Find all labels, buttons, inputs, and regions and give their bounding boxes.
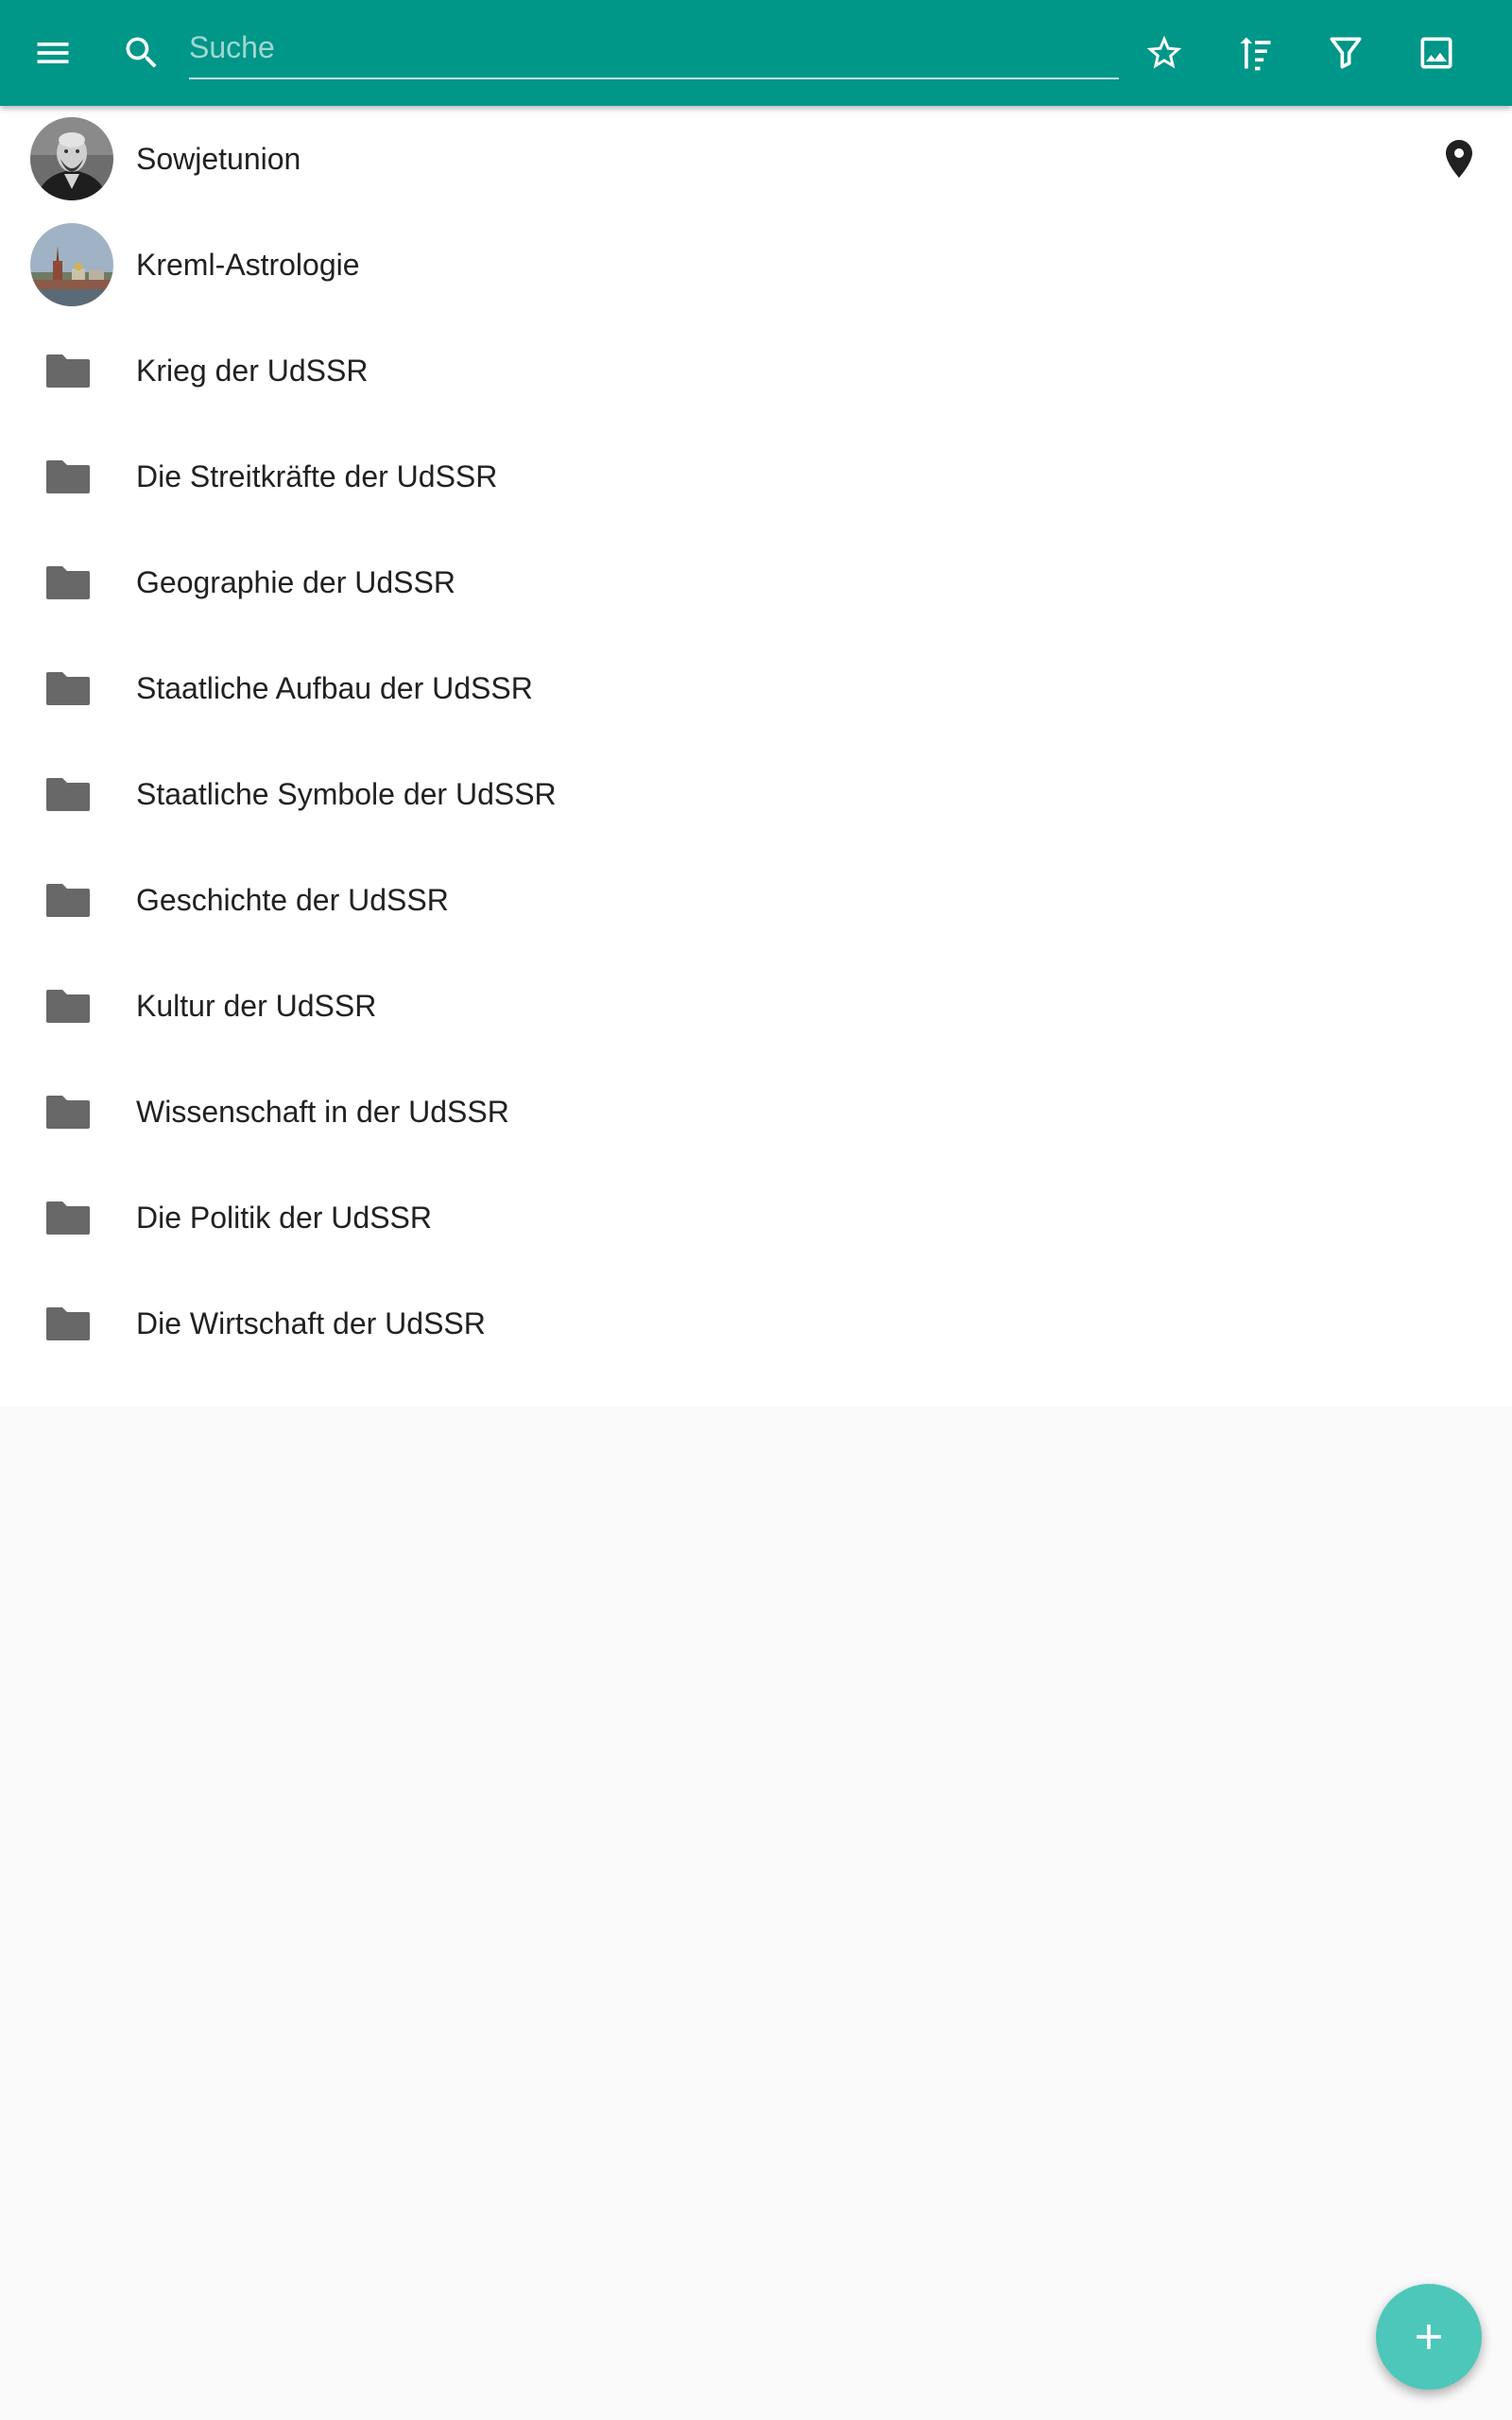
- menu-button[interactable]: [15, 15, 91, 91]
- list-item-label: Geschichte der UdSSR: [136, 883, 449, 917]
- list-item-label: Staatliche Symbole der UdSSR: [136, 777, 557, 811]
- list-item-folder[interactable]: Krieg der UdSSR: [0, 318, 1512, 424]
- favorite-button[interactable]: [1126, 15, 1202, 91]
- list-item-label: Die Streitkräfte der UdSSR: [136, 459, 498, 493]
- list-item-label: Staatliche Aufbau der UdSSR: [136, 671, 533, 705]
- search-field[interactable]: [189, 19, 1119, 79]
- sort-icon: [1240, 37, 1271, 71]
- list-item-sowjetunion[interactable]: Sowjetunion: [0, 106, 1512, 212]
- folder-icon: [46, 566, 90, 599]
- list-item-folder[interactable]: Wissenschaft in der UdSSR: [0, 1059, 1512, 1165]
- app-toolbar: [0, 0, 1512, 106]
- search-button[interactable]: [104, 15, 180, 91]
- folder-icon: [46, 884, 90, 917]
- filter-icon: [1330, 37, 1362, 69]
- list-item-folder[interactable]: Geschichte der UdSSR: [0, 847, 1512, 953]
- list-item-label: Kreml-Astrologie: [136, 248, 360, 282]
- map-pin-icon[interactable]: [1436, 136, 1482, 182]
- list-item-label: Krieg der UdSSR: [136, 354, 369, 388]
- folder-icon: [46, 990, 90, 1023]
- list-item-folder[interactable]: Kultur der UdSSR: [0, 953, 1512, 1059]
- filter-button[interactable]: [1308, 15, 1383, 91]
- category-list: Sowjetunion Kreml-Astrologie Krieg der U…: [0, 106, 1512, 1407]
- folder-icon: [46, 778, 90, 811]
- folder-icon: [46, 460, 90, 493]
- folder-icon: [46, 1307, 90, 1340]
- list-item-label: Kultur der UdSSR: [136, 989, 377, 1023]
- star-outline-icon: [1146, 35, 1182, 69]
- list-item-label: Die Wirtschaft der UdSSR: [136, 1306, 486, 1340]
- folder-icon: [46, 1096, 90, 1129]
- add-button[interactable]: [1376, 2284, 1482, 2390]
- list-item-label: Wissenschaft in der UdSSR: [136, 1095, 509, 1129]
- list-item-kreml-astrologie[interactable]: Kreml-Astrologie: [0, 212, 1512, 318]
- search-input[interactable]: [189, 19, 1119, 76]
- folder-icon: [46, 354, 90, 388]
- folder-icon: [46, 672, 90, 705]
- list-item-label: Die Politik der UdSSR: [136, 1201, 432, 1235]
- list-item-folder[interactable]: Die Wirtschaft der UdSSR: [0, 1270, 1512, 1376]
- list-item-label: Sowjetunion: [136, 142, 301, 176]
- sort-button[interactable]: [1217, 15, 1293, 91]
- search-icon: [126, 37, 157, 68]
- image-icon: [1420, 37, 1452, 69]
- list-item-folder[interactable]: Staatliche Aufbau der UdSSR: [0, 635, 1512, 741]
- folder-icon: [46, 1201, 90, 1235]
- plus-icon: [1417, 2325, 1441, 2349]
- list-item-folder[interactable]: Die Streitkräfte der UdSSR: [0, 424, 1512, 529]
- list-item-label: Geographie der UdSSR: [136, 565, 455, 599]
- image-button[interactable]: [1399, 15, 1474, 91]
- list-item-folder[interactable]: Staatliche Symbole der UdSSR: [0, 741, 1512, 847]
- menu-icon: [37, 43, 69, 63]
- portrait-avatar: [30, 117, 113, 200]
- list-item-folder[interactable]: Die Politik der UdSSR: [0, 1165, 1512, 1270]
- list-item-folder[interactable]: Geographie der UdSSR: [0, 529, 1512, 635]
- kremlin-avatar: [30, 223, 113, 306]
